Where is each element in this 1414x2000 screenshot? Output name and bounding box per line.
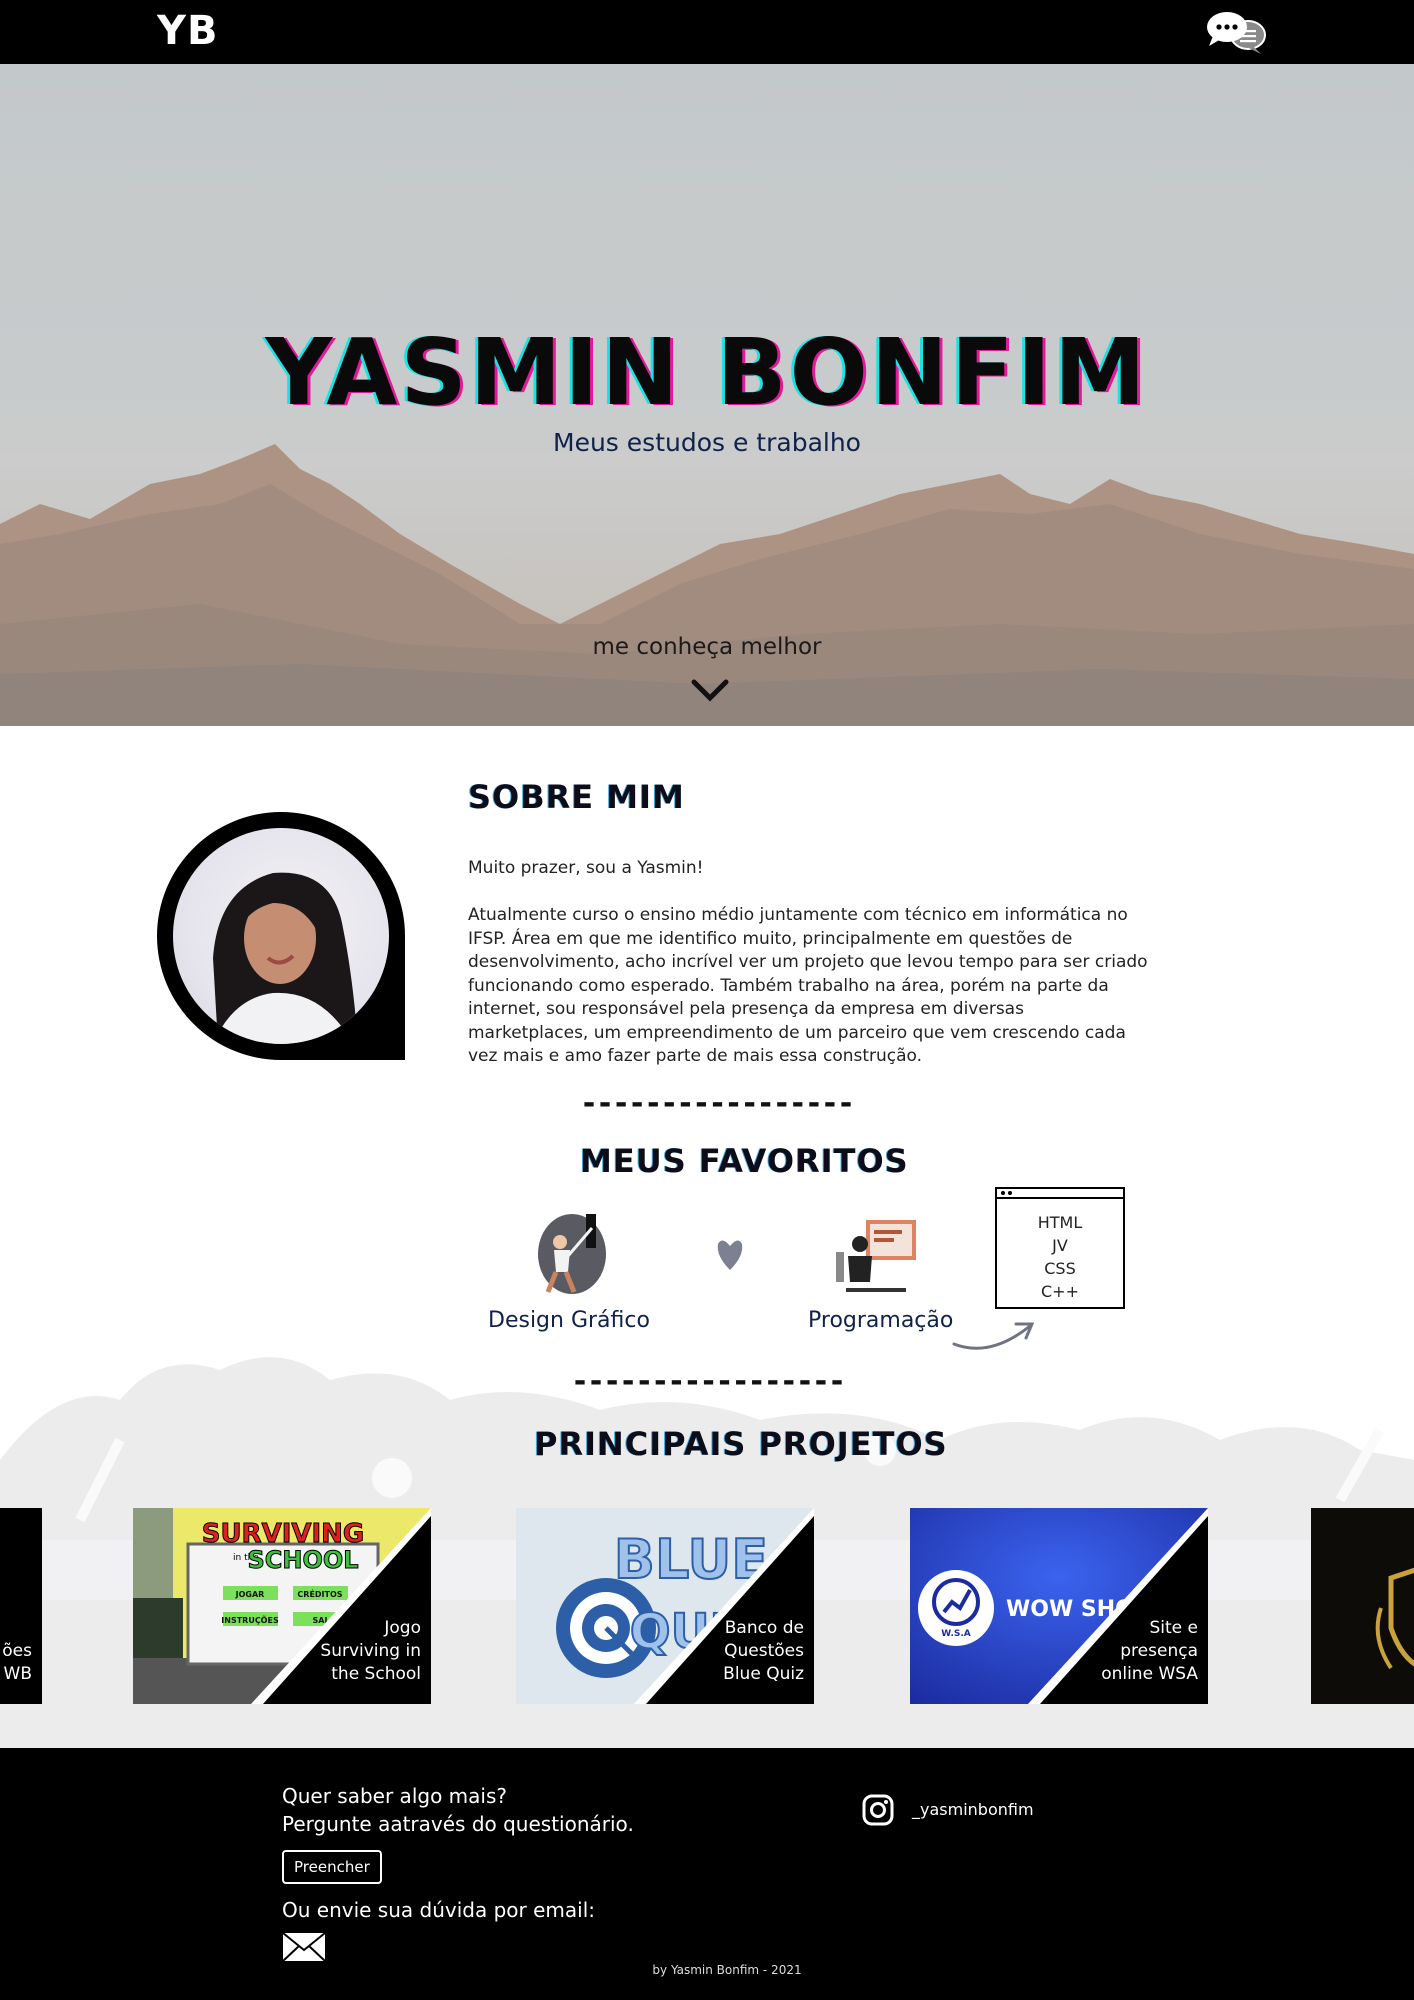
footer: Quer saber algo mais? Pergunte aatravés … (0, 1748, 1414, 2000)
project-card-blue-quiz[interactable]: BLUE QUIZ Banco de Questões Blue Quiz (516, 1508, 814, 1704)
card-caption-line: online WSA (1101, 1664, 1198, 1684)
project-card-wsa[interactable]: W.S.A WOW SHOP A Site e presença online … (910, 1508, 1208, 1704)
project-card-wb[interactable]: ões WB (0, 1508, 42, 1704)
profile-photo (157, 812, 405, 1060)
projects-title: PRINCIPAIS PROJETOS (534, 1425, 948, 1463)
about-text: Atualmente curso o ensino médio juntamen… (468, 905, 1148, 1066)
card-caption-line: the School (331, 1664, 421, 1684)
favorite-design: Design Gráfico (488, 1308, 650, 1333)
footer-credit: by Yasmin Bonfim - 2021 (652, 1963, 802, 1977)
graphic-design-illustration (538, 1214, 606, 1294)
divider: ----------------- (580, 1086, 855, 1121)
favorite-programming: Programação (808, 1308, 954, 1333)
site-logo[interactable]: YB (157, 8, 218, 54)
hero-title: YASMIN BONFIM (265, 319, 1149, 426)
card-caption-line: ões (2, 1641, 32, 1661)
card-caption-line: Site e (1149, 1618, 1198, 1638)
code-window: HTML JV CSS C++ (995, 1187, 1125, 1309)
footer-question-line2: Pergunte aatravés do questionário. (282, 1812, 634, 1836)
card-caption-line: WB (3, 1664, 32, 1684)
card-caption-line: presença (1120, 1641, 1198, 1661)
heart-icon (717, 1240, 743, 1270)
fill-form-button[interactable]: Preencher (282, 1850, 382, 1884)
chat-bubbles-icon[interactable] (1205, 8, 1271, 56)
card-caption-line: Surviving in (320, 1641, 421, 1661)
lang-html: HTML (1037, 1213, 1083, 1232)
programming-illustration (836, 1220, 916, 1292)
project-card-partial[interactable] (1311, 1508, 1414, 1704)
about-title: SOBRE MIM (468, 778, 685, 816)
top-navbar: YB (0, 0, 1414, 64)
about-greeting: Muito prazer, sou a Yasmin! (468, 858, 704, 878)
hero-section: YASMIN BONFIM Meus estudos e trabalho me… (0, 64, 1414, 726)
footer-email-text: Ou envie sua dúvida por email: (282, 1898, 595, 1922)
card-caption-line: Questões (724, 1641, 804, 1661)
instagram-handle[interactable]: _yasminbonfim (912, 1800, 1034, 1819)
card-caption-line: Banco de (724, 1618, 804, 1638)
chevron-down-icon[interactable] (690, 678, 730, 704)
hero-subtitle: Meus estudos e trabalho (553, 428, 861, 457)
card-caption-line: Jogo (384, 1618, 421, 1638)
lang-cpp: C++ (1041, 1282, 1079, 1301)
instagram-icon[interactable] (862, 1794, 894, 1826)
footer-question-line1: Quer saber algo mais? (282, 1784, 507, 1808)
project-card-surviving[interactable]: SURVIVING in the SCHOOL JOGAR CRÉDITOS I… (133, 1508, 431, 1704)
envelope-icon[interactable] (282, 1932, 326, 1962)
divider: ----------------- (571, 1364, 846, 1399)
know-me-better-link[interactable]: me conheça melhor (0, 634, 1414, 660)
lang-jv: JV (1052, 1236, 1068, 1255)
favorites-title: MEUS FAVORITOS (580, 1142, 909, 1180)
lang-css: CSS (1044, 1259, 1076, 1278)
card-caption-line: Blue Quiz (723, 1664, 804, 1684)
